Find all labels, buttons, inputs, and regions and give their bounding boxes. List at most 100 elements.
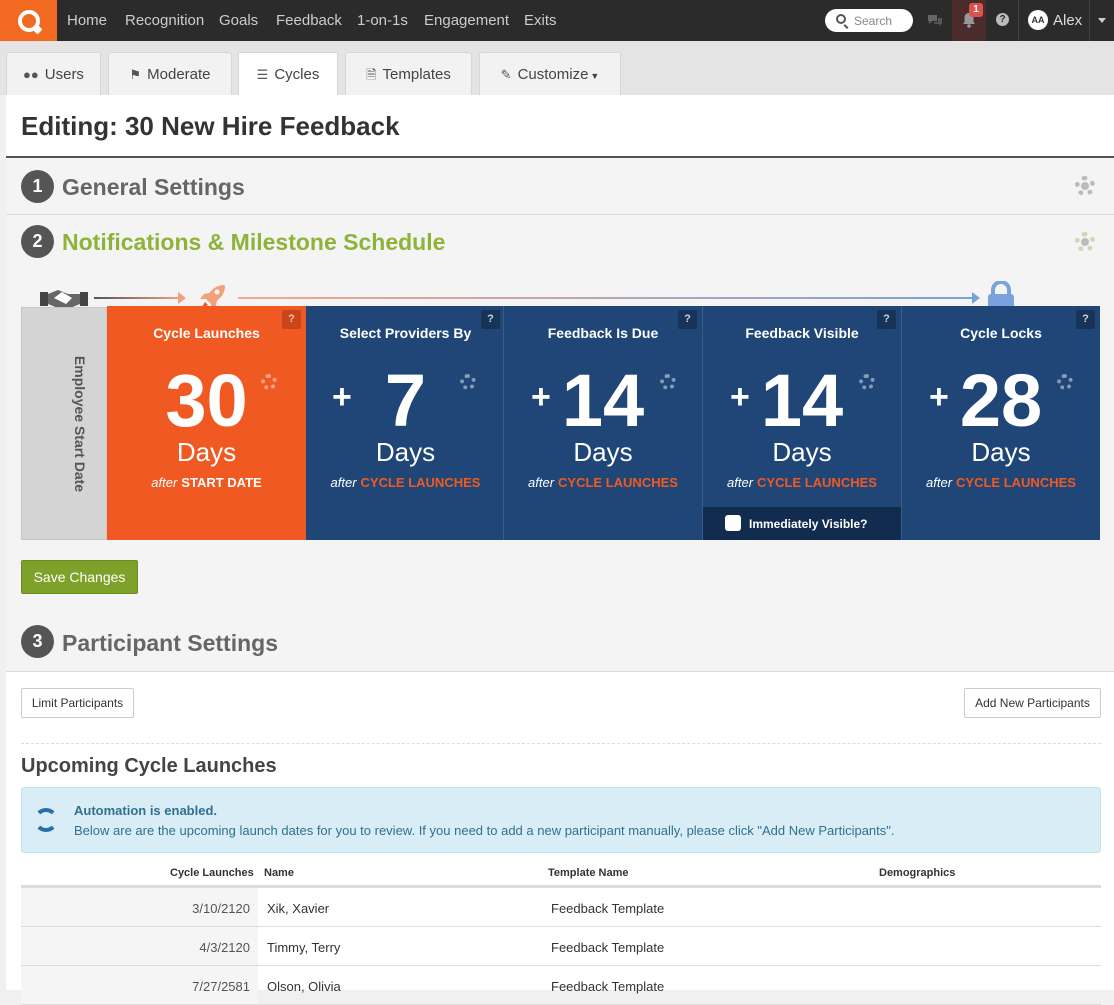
milestone-days-value[interactable]: 14	[504, 356, 702, 446]
notification-badge: 1	[969, 3, 983, 17]
gear-icon[interactable]	[660, 374, 676, 390]
milestone-unit: Days	[176, 437, 237, 467]
gear-icon[interactable]	[1075, 232, 1095, 252]
milestone-reference: after CYCLE LAUNCHES	[504, 475, 702, 490]
milestone-days-value[interactable]: 14	[703, 356, 901, 446]
upcoming-launches-title: Upcoming Cycle Launches	[21, 755, 277, 777]
tab-customize[interactable]: ✎ Customize ▼	[479, 52, 621, 95]
milestone-title: Cycle Locks	[960, 325, 1042, 341]
tab-label: Users	[44, 66, 84, 83]
gear-icon[interactable]	[1075, 176, 1095, 196]
reference-label: CYCLE LAUNCHES	[757, 475, 877, 490]
table-row[interactable]: 4/3/2120 Timmy, Terry Feedback Template	[21, 927, 1101, 966]
page-title: Editing: 30 New Hire Feedback	[21, 111, 400, 141]
chat-icon[interactable]	[927, 13, 943, 27]
help-icon[interactable]: ?	[678, 310, 697, 329]
milestone-days-value[interactable]: 30	[107, 356, 306, 446]
logo-icon	[17, 9, 40, 32]
main-panel: Editing: 30 New Hire Feedback 1 General …	[6, 95, 1114, 1005]
milestone-reference: after CYCLE LAUNCHES	[902, 475, 1100, 490]
gear-icon[interactable]	[1057, 374, 1073, 390]
employee-start-date-column: Employee Start Date	[21, 307, 107, 540]
launch-date: 3/10/2120	[21, 888, 258, 926]
milestone-feedback-due[interactable]: Feedback Is Due ? + 14 Days after CYCLE L…	[503, 306, 702, 540]
user-name[interactable]: Alex	[1053, 12, 1082, 29]
participant-name: Timmy, Terry	[267, 940, 341, 955]
section-general-settings[interactable]: 1 General Settings	[6, 158, 1114, 215]
divider	[21, 743, 1101, 744]
nav-recognition[interactable]: Recognition	[125, 12, 204, 29]
add-new-participants-button[interactable]: Add New Participants	[964, 688, 1101, 718]
after-label: after	[727, 475, 754, 490]
table-row[interactable]: 3/10/2120 Xik, Xavier Feedback Template	[21, 888, 1101, 927]
alert-body: Below are are the upcoming launch dates …	[74, 823, 895, 838]
nav-feedback[interactable]: Feedback	[276, 12, 342, 29]
gear-icon[interactable]	[859, 374, 875, 390]
milestone-cycle-launches[interactable]: Cycle Launches ? 30 Days after START DATE	[107, 306, 306, 540]
avatar[interactable]: AA	[1028, 10, 1048, 30]
search-placeholder: Search	[854, 14, 893, 28]
template-name: Feedback Template	[551, 979, 665, 994]
timeline-arrow	[178, 292, 186, 304]
limit-participants-button[interactable]: Limit Participants	[21, 688, 134, 718]
checkbox-label: Immediately Visible?	[749, 517, 868, 531]
help-icon[interactable]: ?	[1076, 310, 1095, 329]
column-header-demographics[interactable]: Demographics	[879, 867, 955, 879]
milestone-days-value[interactable]: 7	[306, 356, 505, 446]
help-icon[interactable]: ?	[877, 310, 896, 329]
milestone-title: Cycle Launches	[153, 325, 260, 341]
search-input[interactable]: Search	[825, 9, 913, 32]
step-number: 2	[21, 225, 54, 258]
milestone-cycle-locks[interactable]: Cycle Locks ? + 28 Days after CYCLE LAUNC…	[901, 306, 1100, 540]
milestone-title: Feedback Visible	[745, 325, 859, 341]
user-menu-chevron-down-icon[interactable]	[1089, 0, 1114, 41]
tab-cycles[interactable]: ☰ Cycles	[238, 52, 338, 95]
timeline-line	[94, 297, 180, 299]
column-header-template[interactable]: Template Name	[548, 867, 629, 879]
nav-home[interactable]: Home	[67, 12, 107, 29]
milestone-feedback-visible[interactable]: Feedback Visible ? + 14 Days after CYCLE …	[702, 306, 901, 540]
column-header-name[interactable]: Name	[264, 867, 294, 879]
after-label: after	[528, 475, 555, 490]
template-name: Feedback Template	[551, 901, 665, 916]
top-navbar: Home Recognition Goals Feedback 1-on-1s …	[0, 0, 1114, 41]
template-name: Feedback Template	[551, 940, 665, 955]
gear-icon[interactable]	[261, 374, 277, 390]
immediately-visible-option[interactable]: Immediately Visible?	[703, 507, 901, 540]
milestone-days-value[interactable]: 28	[902, 356, 1100, 446]
milestone-reference: after START DATE	[107, 475, 306, 490]
milestone-unit: Days	[375, 437, 436, 467]
sync-icon	[34, 808, 58, 832]
table-row[interactable]: 7/27/2581 Olson, Olivia Feedback Templat…	[21, 966, 1101, 1005]
help-icon[interactable]: ?	[996, 13, 1009, 26]
milestone-unit: Days	[573, 437, 633, 467]
app-logo[interactable]	[0, 0, 57, 41]
start-date-label: Employee Start Date	[72, 355, 88, 493]
nav-engagement[interactable]: Engagement	[424, 12, 509, 29]
nav-1on1s[interactable]: 1-on-1s	[357, 12, 408, 29]
milestone-unit: Days	[772, 437, 832, 467]
tab-templates[interactable]: 🗎 Templates	[345, 52, 472, 95]
reference-label: START DATE	[181, 475, 262, 490]
reference-label: CYCLE LAUNCHES	[956, 475, 1076, 490]
participant-name: Xik, Xavier	[267, 901, 330, 916]
tab-label: Templates	[382, 66, 451, 83]
column-header-cycle-launches[interactable]: Cycle Launches	[170, 867, 254, 879]
gear-icon[interactable]	[460, 374, 476, 390]
nav-goals[interactable]: Goals	[219, 12, 258, 29]
tab-moderate[interactable]: ⚑ Moderate	[108, 52, 232, 95]
immediately-visible-checkbox[interactable]	[725, 515, 741, 531]
after-label: after	[151, 475, 178, 490]
tab-label: Moderate	[147, 66, 211, 83]
tab-users[interactable]: ●● Users	[6, 52, 101, 95]
nav-divider	[1018, 0, 1019, 41]
save-changes-button[interactable]: Save Changes	[21, 560, 138, 594]
section-participant-settings[interactable]: 3 Participant Settings	[6, 615, 1114, 672]
nav-exits[interactable]: Exits	[524, 12, 557, 29]
help-icon[interactable]: ?	[282, 310, 301, 329]
help-icon[interactable]: ?	[481, 310, 500, 329]
milestone-select-providers[interactable]: Select Providers By ? + 7 Days after CYCL…	[306, 306, 505, 540]
launch-date: 7/27/2581	[21, 966, 258, 1004]
list-icon: ☰	[256, 67, 269, 82]
reference-label: CYCLE LAUNCHES	[558, 475, 678, 490]
